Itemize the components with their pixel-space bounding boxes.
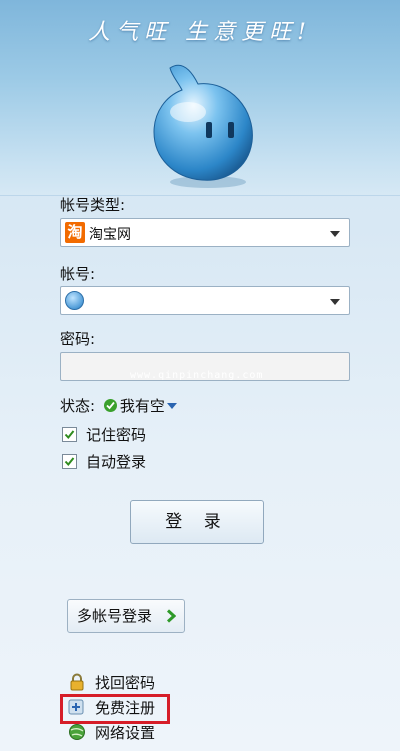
user-avatar-icon — [65, 291, 84, 310]
account-input[interactable] — [60, 286, 350, 315]
login-button[interactable]: 登 录 — [130, 500, 264, 544]
slogan: 人气旺 生意更旺! — [88, 20, 312, 45]
remember-password-option[interactable]: 记住密码 — [62, 424, 146, 445]
network-icon — [68, 723, 86, 741]
status-value[interactable]: 我有空 — [120, 397, 165, 415]
recover-password-link[interactable]: 找回密码 — [68, 672, 155, 694]
online-status-icon — [103, 399, 117, 412]
header-banner: 人气旺 生意更旺! — [0, 0, 400, 196]
account-type-label: 帐号类型: — [60, 196, 126, 214]
highlight-box — [60, 694, 170, 724]
status-dropdown-icon[interactable] — [166, 403, 177, 409]
auto-login-label: 自动登录 — [86, 453, 147, 471]
remember-password-checkbox[interactable] — [62, 427, 77, 442]
wangwang-mascot-icon — [153, 64, 253, 188]
watermark-text: www.qinpinchang.com — [130, 370, 264, 381]
chevron-down-icon[interactable] — [330, 231, 340, 237]
auto-login-option[interactable]: 自动登录 — [62, 451, 146, 472]
multi-account-login-button[interactable]: 多帐号登录 — [67, 599, 185, 633]
account-label: 帐号: — [60, 265, 96, 283]
remember-password-label: 记住密码 — [86, 426, 147, 444]
status-label: 状态: — [60, 397, 96, 415]
lock-icon — [68, 673, 86, 691]
chevron-down-icon[interactable] — [330, 299, 340, 305]
account-type-value: 淘宝网 — [89, 227, 131, 243]
account-type-select[interactable]: 淘 淘宝网 — [60, 218, 350, 247]
status-row: 状态: 我有空 — [60, 395, 177, 415]
taobao-icon: 淘 — [65, 222, 85, 243]
multi-account-login-label: 多帐号登录 — [77, 607, 153, 625]
chevron-right-icon — [166, 609, 176, 623]
network-settings-label: 网络设置 — [95, 724, 156, 742]
network-settings-link[interactable]: 网络设置 — [68, 722, 155, 744]
auto-login-checkbox[interactable] — [62, 454, 77, 469]
password-label: 密码: — [60, 330, 96, 348]
recover-password-label: 找回密码 — [95, 674, 156, 692]
